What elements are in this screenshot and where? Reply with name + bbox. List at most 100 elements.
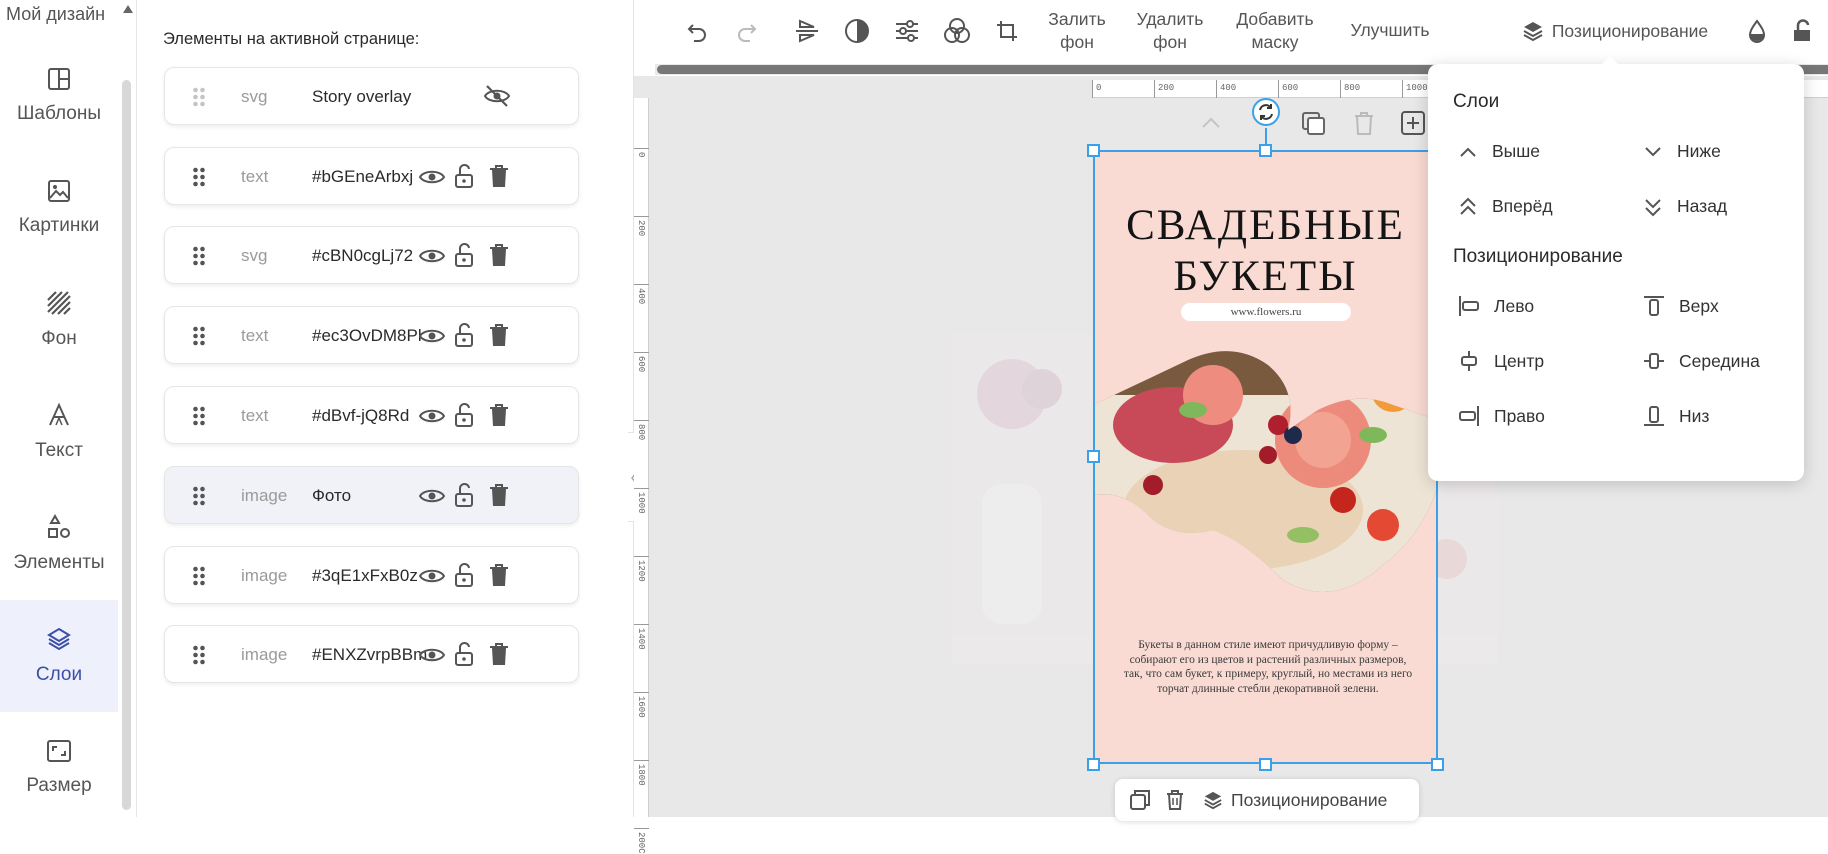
design-body-text[interactable]: Букеты в данном стиле имеют причудливую … [1123,638,1413,696]
nav-item-elements[interactable]: Элементы [0,488,118,600]
visibility-toggle[interactable] [419,406,445,426]
move-up-arrow-icon[interactable] [1200,116,1222,130]
drag-handle-icon[interactable] [193,85,205,107]
align-center-option[interactable]: Центр [1458,350,1544,372]
nav-item-size[interactable]: Размер [0,712,118,824]
align-right-option[interactable]: Право [1458,405,1545,427]
resize-handle-se[interactable] [1431,758,1444,771]
layer-row[interactable]: image #ENXZvrpBBm [164,625,579,683]
nav-scrollbar[interactable] [122,80,131,810]
drag-handle-icon[interactable] [193,564,205,586]
adjust-button[interactable] [887,0,927,62]
resize-handle-n[interactable] [1259,144,1272,157]
left-ruler: 0 200 400 600 800 1000 1200 1400 1600 1800 200C [634,98,649,854]
fill-background-button[interactable]: Залить фон [1037,8,1117,54]
filters-button[interactable] [937,0,977,62]
flip-button[interactable] [787,0,827,62]
floating-positioning-label: Позиционирование [1231,789,1388,810]
resize-handle-w[interactable] [1087,450,1100,463]
design-url[interactable]: www.flowers.ru [1181,303,1351,321]
delete-layer-button[interactable] [489,563,509,587]
trash-icon[interactable] [1165,789,1185,811]
resize-handle-nw[interactable] [1087,144,1100,157]
layer-down-option[interactable]: Ниже [1643,141,1721,162]
align-middle-option[interactable]: Середина [1643,350,1760,372]
align-bottom-option[interactable]: Низ [1643,405,1709,427]
bouquet-photo[interactable] [1093,335,1438,625]
trash-icon[interactable] [1352,110,1376,136]
undo-button[interactable] [677,0,717,62]
layer-up-option[interactable]: Выше [1458,141,1540,162]
lock-toggle[interactable] [454,402,474,428]
lock-toggle[interactable] [454,482,474,508]
resize-handle-sw[interactable] [1087,758,1100,771]
floating-positioning-button[interactable]: Позиционирование [1203,779,1387,821]
duplicate-icon[interactable] [1300,110,1326,136]
align-left-option[interactable]: Лево [1458,295,1534,317]
visibility-toggle[interactable] [419,566,445,586]
layer-row[interactable]: svg #cBN0cgLj72 [164,226,579,284]
drag-handle-icon[interactable] [193,165,205,187]
add-mask-button[interactable]: Добавить маску [1223,8,1327,54]
add-page-icon[interactable] [1400,110,1426,136]
drag-handle-icon[interactable] [193,324,205,346]
delete-layer-button[interactable] [489,323,509,347]
delete-layer-button[interactable] [489,642,509,666]
design-artboard[interactable]: СВАДЕБНЫЕ БУКЕТЫ www.flowers.ru Букеты в… [1093,150,1438,764]
visibility-toggle[interactable] [419,326,445,346]
resize-handle-s[interactable] [1259,758,1272,771]
lock-toggle[interactable] [454,322,474,348]
lock-toggle[interactable] [454,242,474,268]
ruler-tick [1278,80,1279,98]
lock-toggle[interactable] [454,641,474,667]
drag-handle-icon[interactable] [193,244,205,266]
bring-forward-option[interactable]: Вперёд [1458,196,1553,217]
remove-background-button[interactable]: Удалить фон [1125,8,1215,54]
delete-layer-button[interactable] [489,164,509,188]
drag-handle-icon[interactable] [193,404,205,426]
send-back-option[interactable]: Назад [1643,196,1727,217]
nav-item-layers[interactable]: Слои [0,600,118,712]
layer-row[interactable]: image Фото [164,466,579,524]
unlock-icon [455,562,473,587]
layer-row[interactable]: text #ec3OvDM8Pl [164,306,579,364]
scroll-up-arrow-icon[interactable] [122,4,134,14]
positioning-button[interactable]: Позиционирование [1510,0,1720,62]
double-chevron-down-icon [1645,198,1661,216]
nav-item-images[interactable]: Картинки [0,152,118,264]
delete-layer-button[interactable] [489,403,509,427]
nav-item-background[interactable]: Фон [0,264,118,376]
improve-button[interactable]: Улучшить [1335,19,1445,42]
contrast-button[interactable] [837,0,877,62]
visibility-toggle[interactable] [419,246,445,266]
opacity-button[interactable] [1740,0,1774,62]
design-title[interactable]: СВАДЕБНЫЕ БУКЕТЫ [1093,200,1438,302]
nav-item-text[interactable]: Текст [0,376,118,488]
lock-toggle[interactable] [454,562,474,588]
layer-row[interactable]: text #bGEneArbxj [164,147,579,205]
redo-button[interactable] [727,0,767,62]
layer-row[interactable]: svg Story overlay [164,67,579,125]
align-top-option[interactable]: Верх [1643,295,1719,317]
visibility-toggle[interactable] [419,486,445,506]
rotate-handle-icon[interactable] [1252,98,1280,126]
align-middle-icon [1644,353,1664,369]
drag-handle-icon[interactable] [193,643,205,665]
shapes-icon [48,514,70,538]
ruler-tick [634,284,649,285]
lock-button[interactable] [1787,0,1817,62]
lock-toggle[interactable] [454,163,474,189]
nav-item-templates[interactable]: Шаблоны [0,40,118,152]
layer-row[interactable]: image #3qE1xFxB0z [164,546,579,604]
delete-layer-button[interactable] [489,243,509,267]
visibility-toggle[interactable] [419,645,445,665]
drag-handle-icon[interactable] [193,484,205,506]
brand-label[interactable]: Мой дизайн [6,4,105,25]
visibility-toggle[interactable] [483,84,511,108]
layer-row[interactable]: text #dBvf-jQ8Rd [164,386,579,444]
visibility-toggle[interactable] [419,167,445,187]
delete-layer-button[interactable] [489,483,509,507]
positioning-dropdown: Слои Выше Ниже Вперёд Назад Позициониров… [1428,64,1804,481]
duplicate-icon[interactable] [1129,789,1151,811]
crop-button[interactable] [987,0,1027,62]
